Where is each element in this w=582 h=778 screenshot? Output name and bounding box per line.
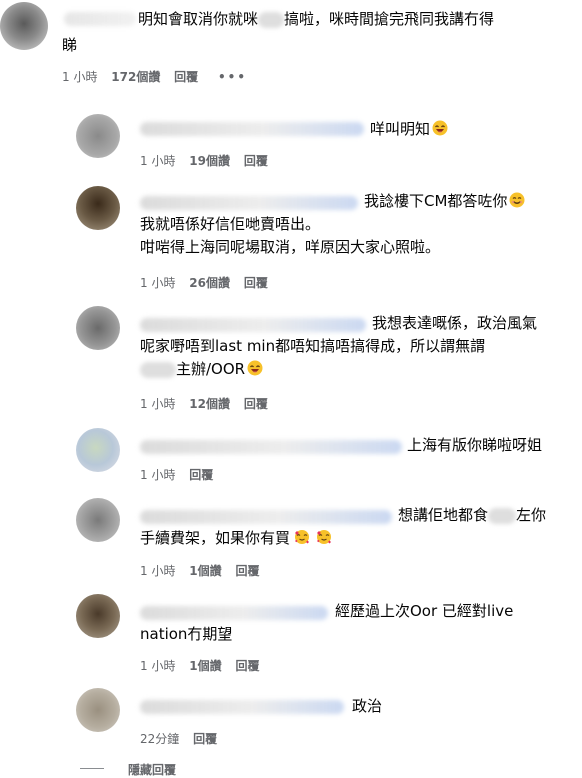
comment-text-line2: nation冇期望: [140, 625, 233, 643]
comment-text: 我想表達嘅係，政治風氣: [372, 314, 538, 332]
comment-text: 想講佢地都食 左你: [398, 504, 546, 526]
like-count[interactable]: 19個讚: [189, 154, 230, 168]
blurred-author-name[interactable]: [140, 606, 328, 620]
comment-text-line2: 我就唔係好信佢哋賣唔出。: [140, 215, 321, 233]
comment-text-line2: 手續費架，如果你有買: [140, 527, 332, 549]
comment-text: 經歷過上次Oor 已經對live: [335, 602, 514, 620]
blurred-author-name[interactable]: [140, 122, 364, 136]
laughing-emoji-icon: [432, 120, 448, 136]
comment-text-line2: 睇: [62, 36, 78, 54]
avatar[interactable]: [76, 498, 120, 542]
comment-meta: 1 小時 26個讚 回覆: [140, 275, 278, 291]
comment-meta: 22分鐘 回覆: [140, 731, 227, 747]
comment-meta: 1 小時 1個讚 回覆: [140, 658, 269, 674]
timestamp: 1 小時: [62, 70, 98, 84]
comment-meta: 1 小時 12個讚 回覆: [140, 396, 278, 412]
more-options-icon[interactable]: •••: [218, 70, 247, 84]
comment-text: 我諗樓下CM都答咗你: [364, 190, 525, 212]
comment-text-part: 我諗樓下CM都答咗你: [364, 192, 508, 210]
comment-text-part: 手續費架，如果你有買: [140, 529, 291, 547]
blurred-author-name[interactable]: [140, 318, 366, 332]
blurred-author-name[interactable]: [140, 440, 402, 454]
avatar[interactable]: [76, 594, 120, 638]
reply-button[interactable]: 回覆: [235, 564, 259, 578]
comment-text: 明知會取消你就咪 搞啦，咪時間搶完飛同我講冇得: [138, 8, 494, 30]
comment-meta: 1 小時 19個讚 回覆: [140, 153, 278, 169]
avatar[interactable]: [76, 306, 120, 350]
like-count[interactable]: 12個讚: [189, 397, 230, 411]
timestamp: 22分鐘: [140, 732, 180, 746]
reply-button[interactable]: 回覆: [193, 732, 217, 746]
timestamp: 1 小時: [140, 468, 176, 482]
reply-button[interactable]: 回覆: [244, 154, 268, 168]
like-count[interactable]: 26個讚: [189, 276, 230, 290]
avatar[interactable]: [76, 186, 120, 230]
blurred-author-name[interactable]: [140, 196, 358, 210]
redacted-word: [140, 361, 176, 378]
timestamp: 1 小時: [140, 154, 176, 168]
comment-meta: 1 小時 回覆: [140, 467, 223, 483]
comment-text-line3: 咁啱得上海同呢場取消，咩原因大家心照啦。: [140, 238, 441, 256]
hide-replies-button[interactable]: 隱藏回覆: [128, 761, 176, 778]
heart-face-emoji-icon: [295, 530, 310, 544]
comment-text-part: 咩叫明知: [370, 120, 431, 138]
reply-button[interactable]: 回覆: [244, 276, 268, 290]
reply-button[interactable]: 回覆: [244, 397, 268, 411]
avatar[interactable]: [76, 114, 120, 158]
timestamp: 1 小時: [140, 564, 176, 578]
hide-replies-divider: [80, 768, 104, 769]
blurred-author-name[interactable]: [64, 12, 136, 26]
comment-thread: 明知會取消你就咪 搞啦，咪時間搶完飛同我講冇得 睇 1 小時 172個讚 回覆 •…: [0, 0, 582, 778]
avatar[interactable]: [76, 428, 120, 472]
reply-button[interactable]: 回覆: [235, 659, 259, 673]
comment-text-part: 搞啦，咪時間搶完飛同我講冇得: [284, 10, 495, 28]
smiling-emoji-icon: [509, 192, 525, 208]
comment-meta: 1 小時 1個讚 回覆: [140, 563, 269, 579]
like-count[interactable]: 1個讚: [189, 659, 221, 673]
comment-text-line2: 呢家嘢唔到last min都唔知搞唔搞得成，所以謂無謂: [140, 337, 486, 355]
redacted-word: [488, 507, 517, 524]
blurred-author-name[interactable]: [140, 510, 392, 524]
comment-text-part: 想講佢地都食: [398, 506, 489, 524]
comment-meta: 1 小時 172個讚 回覆 •••: [62, 69, 257, 85]
avatar[interactable]: [0, 2, 48, 50]
like-count[interactable]: 1個讚: [189, 564, 221, 578]
avatar[interactable]: [76, 688, 120, 732]
blurred-author-name[interactable]: [140, 700, 344, 714]
like-count[interactable]: 172個讚: [111, 70, 160, 84]
comment-text: 上海有版你睇啦呀姐: [407, 436, 543, 454]
timestamp: 1 小時: [140, 659, 176, 673]
comment-text-line3: 主辦/OOR: [140, 358, 263, 380]
timestamp: 1 小時: [140, 276, 176, 290]
comment-text-part: 左你: [516, 506, 547, 524]
comment-text: 咩叫明知: [370, 118, 448, 140]
comment-text-part: 明知會取消你就咪: [138, 10, 259, 28]
reply-button[interactable]: 回覆: [174, 70, 198, 84]
reply-button[interactable]: 回覆: [189, 468, 213, 482]
comment-text-part: 主辦/OOR: [176, 360, 246, 378]
timestamp: 1 小時: [140, 397, 176, 411]
comment-text: 政治: [352, 697, 383, 715]
redacted-word: [258, 11, 285, 28]
laughing-emoji-icon: [247, 360, 263, 376]
heart-face-emoji-icon: [317, 530, 332, 544]
